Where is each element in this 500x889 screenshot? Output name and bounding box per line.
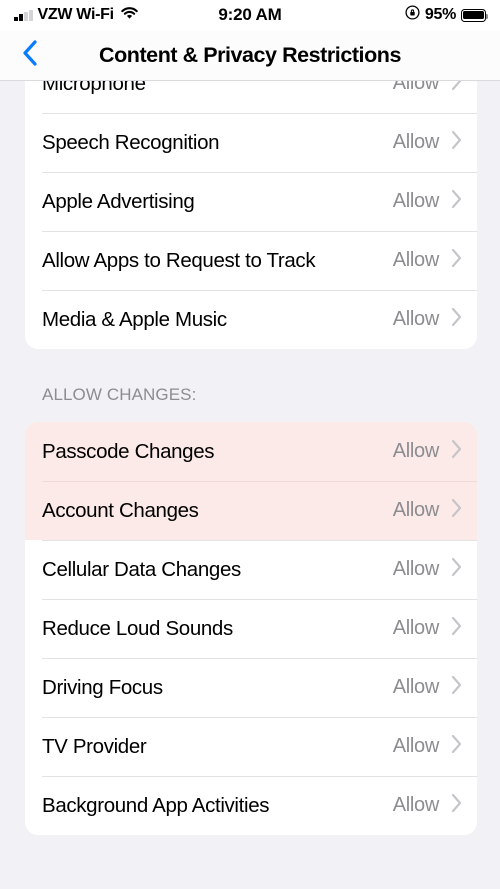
settings-row-value: Allow	[392, 499, 440, 521]
settings-row-value: Allow	[392, 190, 440, 212]
battery-full-icon	[461, 8, 489, 22]
rotation-lock-icon	[405, 5, 420, 25]
settings-row-label: Media & Apple Music	[42, 307, 227, 331]
settings-row-label: Cellular Data Changes	[42, 557, 241, 581]
settings-row-value: Allow	[392, 308, 440, 330]
settings-row-label: TV Provider	[42, 734, 147, 758]
status-bar-right: 95%	[282, 5, 489, 25]
battery-percent-label: 95%	[424, 6, 456, 23]
settings-row-label: Reduce Loud Sounds	[42, 616, 233, 640]
chevron-right-icon	[450, 247, 463, 274]
chevron-right-icon	[450, 188, 463, 215]
settings-row-value: Allow	[392, 558, 440, 580]
chevron-right-icon	[450, 438, 463, 465]
settings-row[interactable]: TV Provider Allow	[25, 717, 477, 776]
settings-row[interactable]: Cellular Data Changes Allow	[25, 540, 477, 599]
settings-sections: Microphone Allow Speech Recognition Allow Ap…	[0, 81, 500, 835]
wifi-icon	[120, 6, 139, 25]
settings-row-label: Passcode Changes	[42, 439, 215, 463]
settings-row-label: Account Changes	[42, 498, 199, 522]
settings-row-label: Speech Recognition	[42, 130, 220, 154]
section-header-spacer	[0, 405, 500, 422]
chevron-right-icon	[450, 306, 463, 333]
settings-row[interactable]: Background App Activities Allow	[25, 776, 477, 835]
settings-row-label: Microphone	[42, 81, 146, 95]
settings-row-value: Allow	[392, 617, 440, 639]
settings-row-value: Allow	[392, 81, 440, 94]
settings-row-label: Background App Activities	[42, 793, 270, 817]
settings-row[interactable]: Account Changes Allow	[25, 481, 477, 540]
section-header: ALLOW CHANGES:	[42, 385, 197, 404]
settings-row[interactable]: Reduce Loud Sounds Allow	[25, 599, 477, 658]
settings-row-value: Allow	[392, 131, 440, 153]
settings-row[interactable]: Allow Apps to Request to Track Allow	[25, 231, 477, 290]
chevron-right-icon	[450, 615, 463, 642]
settings-group: Passcode Changes Allow Account Changes Allo…	[25, 422, 477, 835]
settings-row-value: Allow	[392, 794, 440, 816]
settings-row-label: Driving Focus	[42, 675, 163, 699]
settings-row-value: Allow	[392, 676, 440, 698]
settings-row-value: Allow	[392, 735, 440, 757]
settings-row-value: Allow	[392, 249, 440, 271]
chevron-right-icon	[450, 81, 463, 97]
page-title: Content & Privacy Restrictions	[99, 42, 401, 67]
chevron-right-icon	[450, 792, 463, 819]
chevron-right-icon	[450, 129, 463, 156]
settings-scroll-view[interactable]: Microphone Allow Speech Recognition Allow Ap…	[0, 81, 500, 889]
carrier-label: VZW Wi-Fi	[37, 6, 115, 23]
clock: 9:20 AM	[218, 5, 282, 24]
settings-row[interactable]: Passcode Changes Allow	[25, 422, 477, 481]
status-bar-left: VZW Wi-Fi	[14, 6, 218, 25]
chevron-right-icon	[450, 674, 463, 701]
settings-row[interactable]: Apple Advertising Allow	[25, 172, 477, 231]
chevron-right-icon	[450, 556, 463, 583]
chevron-right-icon	[450, 497, 463, 524]
settings-row[interactable]: Driving Focus Allow	[25, 658, 477, 717]
navigation-bar: Content & Privacy Restrictions	[0, 30, 500, 81]
settings-group: Microphone Allow Speech Recognition Allow Ap…	[25, 81, 477, 349]
settings-row-label: Apple Advertising	[42, 189, 195, 213]
settings-row-label: Allow Apps to Request to Track	[42, 248, 316, 272]
settings-row[interactable]: Speech Recognition Allow	[25, 113, 477, 172]
status-bar: VZW Wi-Fi 9:20 AM 95%	[0, 0, 500, 30]
settings-row[interactable]: Microphone Allow	[25, 81, 477, 113]
chevron-right-icon	[450, 733, 463, 760]
settings-row[interactable]: Media & Apple Music Allow	[25, 290, 477, 349]
settings-row-value: Allow	[392, 440, 440, 462]
cellular-signal-icon	[14, 9, 33, 21]
